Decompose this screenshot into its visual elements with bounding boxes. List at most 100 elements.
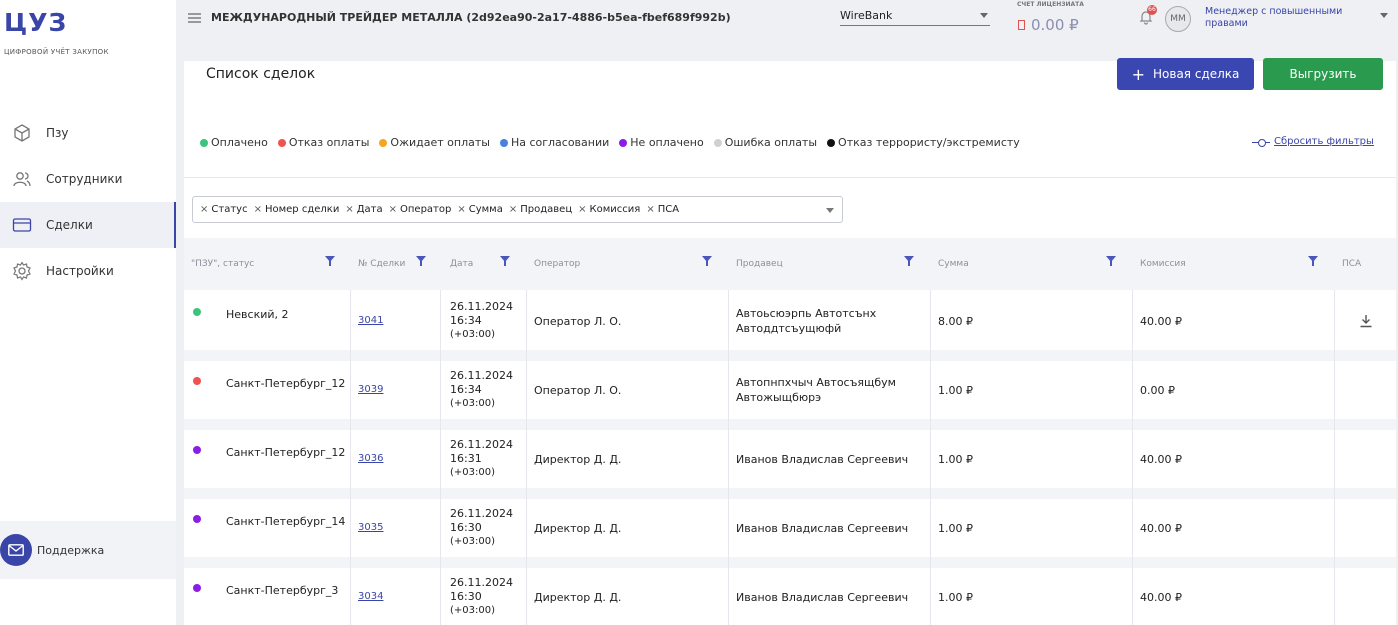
legend-label: Отказ террористу/экстремисту: [838, 136, 1020, 149]
seller-name: Иванов Владислав Сергеевич: [736, 522, 909, 535]
column-separator: [526, 290, 527, 625]
sidebar-item-employees[interactable]: Сотрудники: [0, 156, 176, 202]
export-button[interactable]: Выгрузить: [1263, 58, 1383, 90]
deal-number-cell: 3041: [358, 315, 383, 326]
seller-name: Автоьсюэрпь Автотсънх: [736, 307, 877, 320]
status-dot: [193, 584, 201, 592]
time: 16:34: [450, 383, 482, 396]
chip[interactable]: × Номер сделки: [254, 204, 340, 215]
close-icon[interactable]: ×: [345, 204, 353, 215]
commission: 40.00 ₽: [1140, 591, 1182, 604]
card-icon: [12, 215, 32, 235]
column-header: Дата: [450, 238, 473, 290]
sum: 1.00 ₽: [938, 522, 973, 535]
chip[interactable]: × ПСА: [646, 204, 679, 215]
pzu-name: Санкт-Петербург_3: [226, 584, 339, 597]
divider: [184, 177, 1396, 178]
bank-select[interactable]: WireBank: [840, 6, 990, 26]
chevron-down-icon: [980, 13, 988, 18]
sidebar-item-settings[interactable]: Настройки: [0, 248, 176, 294]
table-row[interactable]: Санкт-Петербург_14 3035 26.11.2024 16:30 (…: [184, 499, 1396, 557]
pzu-name: Санкт-Петербург_12: [226, 446, 346, 459]
deal-link[interactable]: 3039: [358, 384, 383, 395]
status-dot: [200, 138, 208, 147]
close-icon[interactable]: ×: [457, 204, 465, 215]
account-balance-value: 0.00 ₽: [1031, 16, 1079, 34]
column-header: Оператор: [534, 238, 580, 290]
export-label: Выгрузить: [1289, 67, 1357, 81]
sum: 1.00 ₽: [938, 384, 973, 397]
chevron-down-icon[interactable]: [826, 208, 834, 213]
date: 26.11.2024: [450, 438, 513, 451]
column-separator: [1132, 290, 1133, 625]
chip-label: Статус: [211, 204, 248, 215]
filter-reset-icon: [1252, 138, 1270, 147]
support-link[interactable]: Поддержка: [0, 521, 176, 579]
table-row[interactable]: Санкт-Петербург_12 3036 26.11.2024 16:31 (…: [184, 430, 1396, 488]
column-chips-select[interactable]: × Статус × Номер сделки × Дата × Оператор × С…: [192, 196, 843, 223]
chip[interactable]: × Дата: [345, 204, 382, 215]
deal-link[interactable]: 3041: [358, 315, 383, 326]
commission: 40.00 ₽: [1140, 453, 1182, 466]
legend-item: Ошибка оплаты: [713, 136, 818, 149]
chip[interactable]: × Комиссия: [578, 204, 640, 215]
sidebar-item-pzu[interactable]: Пзу: [0, 110, 176, 156]
commission: 0.00 ₽: [1140, 384, 1175, 397]
operator: Оператор Л. О.: [534, 384, 622, 397]
close-icon[interactable]: ×: [646, 204, 654, 215]
row-gap: [184, 350, 1396, 361]
chip[interactable]: × Сумма: [457, 204, 503, 215]
operator: Оператор Л. О.: [534, 315, 622, 328]
chevron-down-icon[interactable]: [1380, 13, 1388, 18]
user-role[interactable]: Менеджер с повышенными правами: [1205, 6, 1365, 30]
chip[interactable]: × Статус: [200, 204, 248, 215]
date-cell: 26.11.2024 16:30 (+03:00): [450, 507, 513, 549]
deal-link[interactable]: 3036: [358, 453, 383, 464]
column-header: "ПЗУ", статус: [191, 238, 254, 290]
close-icon[interactable]: ×: [509, 204, 517, 215]
legend-label: Не оплачено: [630, 136, 704, 149]
status-dot: [193, 308, 201, 316]
date-cell: 26.11.2024 16:34 (+03:00): [450, 369, 513, 411]
sum: 1.00 ₽: [938, 591, 973, 604]
reset-filters-label: Сбросить фильтры: [1274, 136, 1374, 147]
pzu-name: Санкт-Петербург_12: [226, 377, 346, 390]
chip[interactable]: × Продавец: [509, 204, 572, 215]
pzu-name: Невский, 2: [226, 308, 289, 321]
close-icon[interactable]: ×: [389, 204, 397, 215]
table-row[interactable]: Невский, 2 3041 26.11.2024 16:34 (+03:00) …: [184, 292, 1396, 350]
chip[interactable]: × Оператор: [389, 204, 452, 215]
column-header-label: Комиссия: [1140, 259, 1186, 269]
sidebar-item-label: Настройки: [46, 264, 114, 278]
download-icon[interactable]: [1359, 314, 1373, 328]
reset-filters-link[interactable]: Сбросить фильтры: [1252, 136, 1374, 147]
column-header: Продавец: [736, 238, 783, 290]
avatar[interactable]: ММ: [1165, 6, 1191, 32]
sidebar-item-deals[interactable]: Сделки: [0, 202, 176, 248]
new-deal-button[interactable]: + Новая сделка: [1117, 58, 1254, 90]
chip-label: Сумма: [468, 204, 503, 215]
close-icon[interactable]: ×: [254, 204, 262, 215]
menu-icon[interactable]: [188, 13, 201, 23]
column-header-label: Сумма: [938, 259, 969, 269]
deal-link[interactable]: 3035: [358, 522, 383, 533]
close-icon[interactable]: ×: [200, 204, 208, 215]
close-icon[interactable]: ×: [578, 204, 586, 215]
date: 26.11.2024: [450, 369, 513, 382]
date-cell: 26.11.2024 16:31 (+03:00): [450, 438, 513, 480]
table-row[interactable]: Санкт-Петербург_3 3034 26.11.2024 16:30 (+…: [184, 568, 1396, 625]
column-header-label: № Сделки: [358, 259, 406, 269]
commission: 40.00 ₽: [1140, 315, 1182, 328]
sum: 8.00 ₽: [938, 315, 973, 328]
seller-cell: Автопнпхчыч Автосъящбум Автожыщбюрэ: [736, 375, 896, 405]
legend-label: Ошибка оплаты: [724, 136, 818, 149]
row-gap: [184, 488, 1396, 499]
app-logo[interactable]: ЦУЗ: [4, 8, 67, 37]
status-dot: [193, 515, 201, 523]
table-row[interactable]: Санкт-Петербург_12 3039 26.11.2024 16:34 (…: [184, 361, 1396, 419]
deal-link[interactable]: 3034: [358, 591, 383, 602]
legend-item: Оплачено: [200, 136, 268, 149]
status-dot: [193, 446, 201, 454]
account-balance: 0.00 ₽: [1018, 16, 1079, 34]
timezone: (+03:00): [450, 605, 495, 616]
